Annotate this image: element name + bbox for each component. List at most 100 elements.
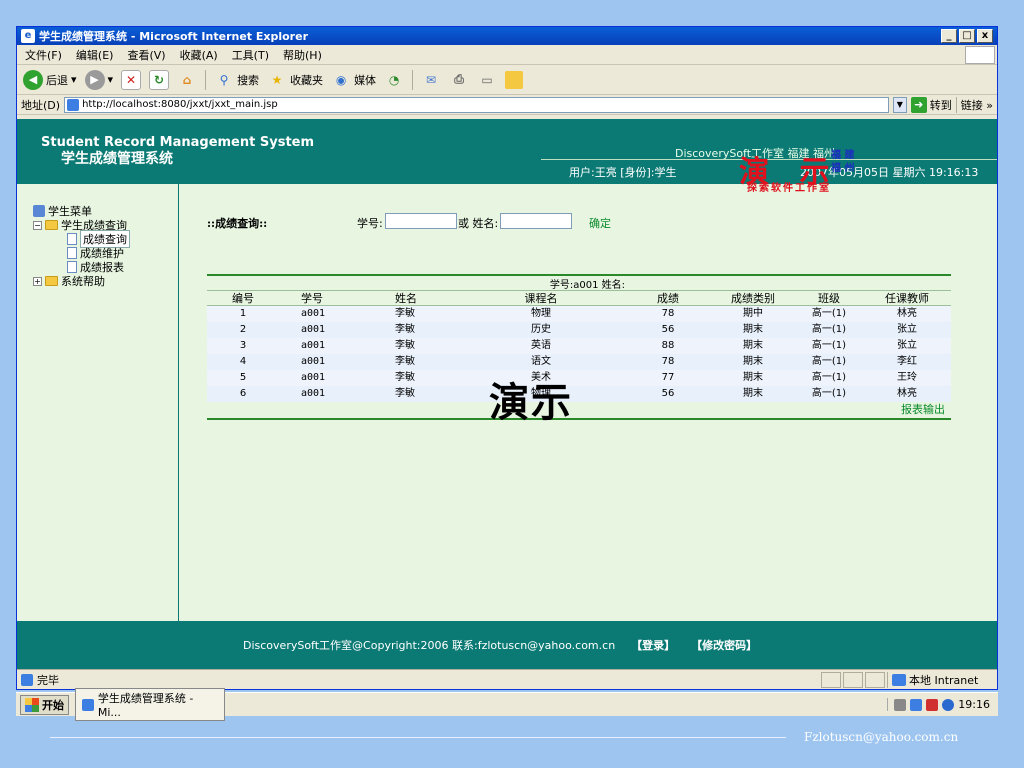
windows-logo-icon [25, 697, 39, 712]
export-report-link[interactable]: 报表输出 [207, 402, 951, 418]
start-button[interactable]: 开始 [20, 694, 69, 715]
collapse-icon[interactable]: − [33, 220, 42, 230]
menu-edit[interactable]: 编辑(E) [76, 47, 114, 63]
back-label: 后退 [46, 73, 68, 87]
table-cell: 高一(1) [811, 308, 847, 319]
menu-favorites[interactable]: 收藏(A) [180, 47, 218, 63]
table-cell: 3 [239, 340, 247, 351]
table-cell: 78 [661, 356, 675, 367]
messenger-icon[interactable] [505, 70, 524, 89]
browser-window: e 学生成绩管理系统 - Microsoft Internet Explorer… [16, 26, 998, 690]
menu-tools[interactable]: 工具(T) [232, 47, 269, 63]
status-bar: 完毕 本地 Intranet [17, 669, 997, 689]
demo-location-line1: 福 建 [831, 150, 855, 161]
column-header: 姓名 [395, 292, 417, 305]
edit-icon[interactable]: ▭ [477, 70, 497, 90]
table-cell: 期末 [743, 324, 763, 335]
media-button[interactable]: ◉ 媒体 [331, 70, 376, 90]
confirm-button[interactable]: 确定 [589, 215, 611, 231]
go-label: 转到 [929, 98, 952, 112]
demo-center-watermark: 演示 [489, 379, 573, 426]
security-icon[interactable] [942, 698, 955, 711]
ie-icon: e [21, 29, 35, 43]
folder-icon [45, 276, 58, 286]
print-icon[interactable]: ⎙ [449, 70, 469, 90]
mail-icon[interactable]: ✉ [421, 70, 441, 90]
search-button[interactable]: ⚲ 搜索 [214, 70, 259, 90]
sidebar-item-score-maintain[interactable]: 成绩维护 [33, 246, 178, 260]
forward-arrow-icon: ▶ [84, 69, 105, 90]
search-label: 搜索 [237, 73, 260, 87]
page-footer: DiscoverySoft工作室@Copyright:2006 联系:fzlot… [17, 621, 997, 669]
chevron-down-icon: ▾ [71, 73, 77, 86]
refresh-icon[interactable]: ↻ [149, 69, 170, 90]
favorites-label: 收藏夹 [290, 73, 324, 87]
address-dropdown-icon[interactable]: ▼ [892, 96, 907, 113]
history-icon[interactable]: ◔ [384, 70, 404, 90]
intranet-icon [892, 673, 906, 686]
menu-view[interactable]: 查看(V) [127, 47, 165, 63]
home-icon[interactable]: ⌂ [177, 70, 197, 90]
status-text: 完毕 [37, 673, 59, 687]
sidebar-item-score-report[interactable]: 成绩报表 [33, 260, 178, 274]
table-header: 编号 学号 姓名 课程名 成绩 成绩类别 班级 任课教师 [207, 290, 951, 306]
table-cell: 高一(1) [811, 324, 847, 335]
column-header: 学号 [301, 292, 323, 305]
table-cell: a001 [301, 388, 326, 399]
table-cell: 高一(1) [811, 356, 847, 367]
slide-email: Fzlotuscn@yahoo.com.cn [804, 730, 959, 744]
table-cell: 历史 [531, 324, 551, 335]
table-cell: 78 [661, 308, 675, 319]
keyboard-icon[interactable] [894, 698, 907, 711]
star-icon: ★ [271, 72, 283, 87]
login-link[interactable]: 【登录】 [631, 637, 675, 653]
sidebar-item-score-query[interactable]: 成绩查询 [33, 230, 178, 248]
go-button[interactable]: ➜ 转到 [910, 96, 952, 113]
table-row: 1 a001 李敏 物理 78 期中 高一(1) 林亮 [207, 306, 951, 322]
table-row: 3 a001 李敏 英语 88 期末 高一(1) 张立 [207, 338, 951, 354]
tree-root[interactable]: 学生菜单 [33, 204, 178, 218]
table-cell: 期末 [743, 372, 763, 383]
stop-icon[interactable]: ✕ [121, 69, 142, 90]
table-cell: 林亮 [897, 388, 917, 399]
name-input[interactable] [500, 213, 572, 229]
student-id-input[interactable] [385, 213, 457, 229]
table-cell: 高一(1) [811, 388, 847, 399]
menu-help[interactable]: 帮助(H) [283, 47, 322, 63]
table-cell: a001 [301, 372, 326, 383]
zone-label: 本地 Intranet [909, 673, 979, 687]
maximize-button[interactable]: □ [959, 29, 975, 43]
taskbar-window-button[interactable]: 学生成绩管理系统 - Mi... [75, 688, 225, 721]
toolbar-separator [412, 69, 414, 90]
links-button[interactable]: 链接 » [955, 96, 997, 113]
minimize-button[interactable]: _ [941, 29, 957, 43]
table-cell: 56 [661, 388, 675, 399]
student-id-label: 学号: [357, 217, 383, 230]
tree-group-help[interactable]: + 系统帮助 [33, 274, 178, 288]
forward-button[interactable]: ▶ ▾ [84, 69, 113, 90]
volume-icon[interactable] [926, 698, 939, 711]
menu-root-icon [33, 205, 45, 217]
change-password-link[interactable]: 【修改密码】 [691, 637, 757, 653]
table-cell: 李敏 [395, 388, 415, 399]
back-button[interactable]: ◀ 后退 ▾ [23, 69, 77, 90]
start-label: 开始 [42, 698, 64, 712]
table-cell: 6 [239, 388, 247, 399]
close-button[interactable]: x [977, 29, 993, 43]
table-cell: 88 [661, 340, 675, 351]
search-form: ::成绩查询:: 学号: 或 姓名: 确定 [207, 213, 953, 231]
table-cell: 张立 [897, 340, 917, 351]
table-row: 6 a001 李敏 物理 56 期末 高一(1) 林亮 [207, 386, 951, 402]
media-icon: ◉ [335, 72, 347, 87]
expand-icon[interactable]: + [33, 276, 42, 286]
address-input[interactable]: http://localhost:8080/jxxt/jxxt_main.jsp [64, 96, 889, 113]
network-icon[interactable] [910, 698, 923, 711]
column-header: 班级 [818, 292, 840, 305]
column-header: 成绩 [657, 292, 679, 305]
window-title: 学生成绩管理系统 - Microsoft Internet Explorer [39, 30, 308, 43]
status-cell [821, 671, 841, 688]
table-row: 4 a001 李敏 语文 78 期末 高一(1) 李红 [207, 354, 951, 370]
address-bar: 地址(D) http://localhost:8080/jxxt/jxxt_ma… [17, 95, 997, 115]
menu-file[interactable]: 文件(F) [25, 47, 62, 63]
favorites-button[interactable]: ★ 收藏夹 [267, 70, 323, 90]
